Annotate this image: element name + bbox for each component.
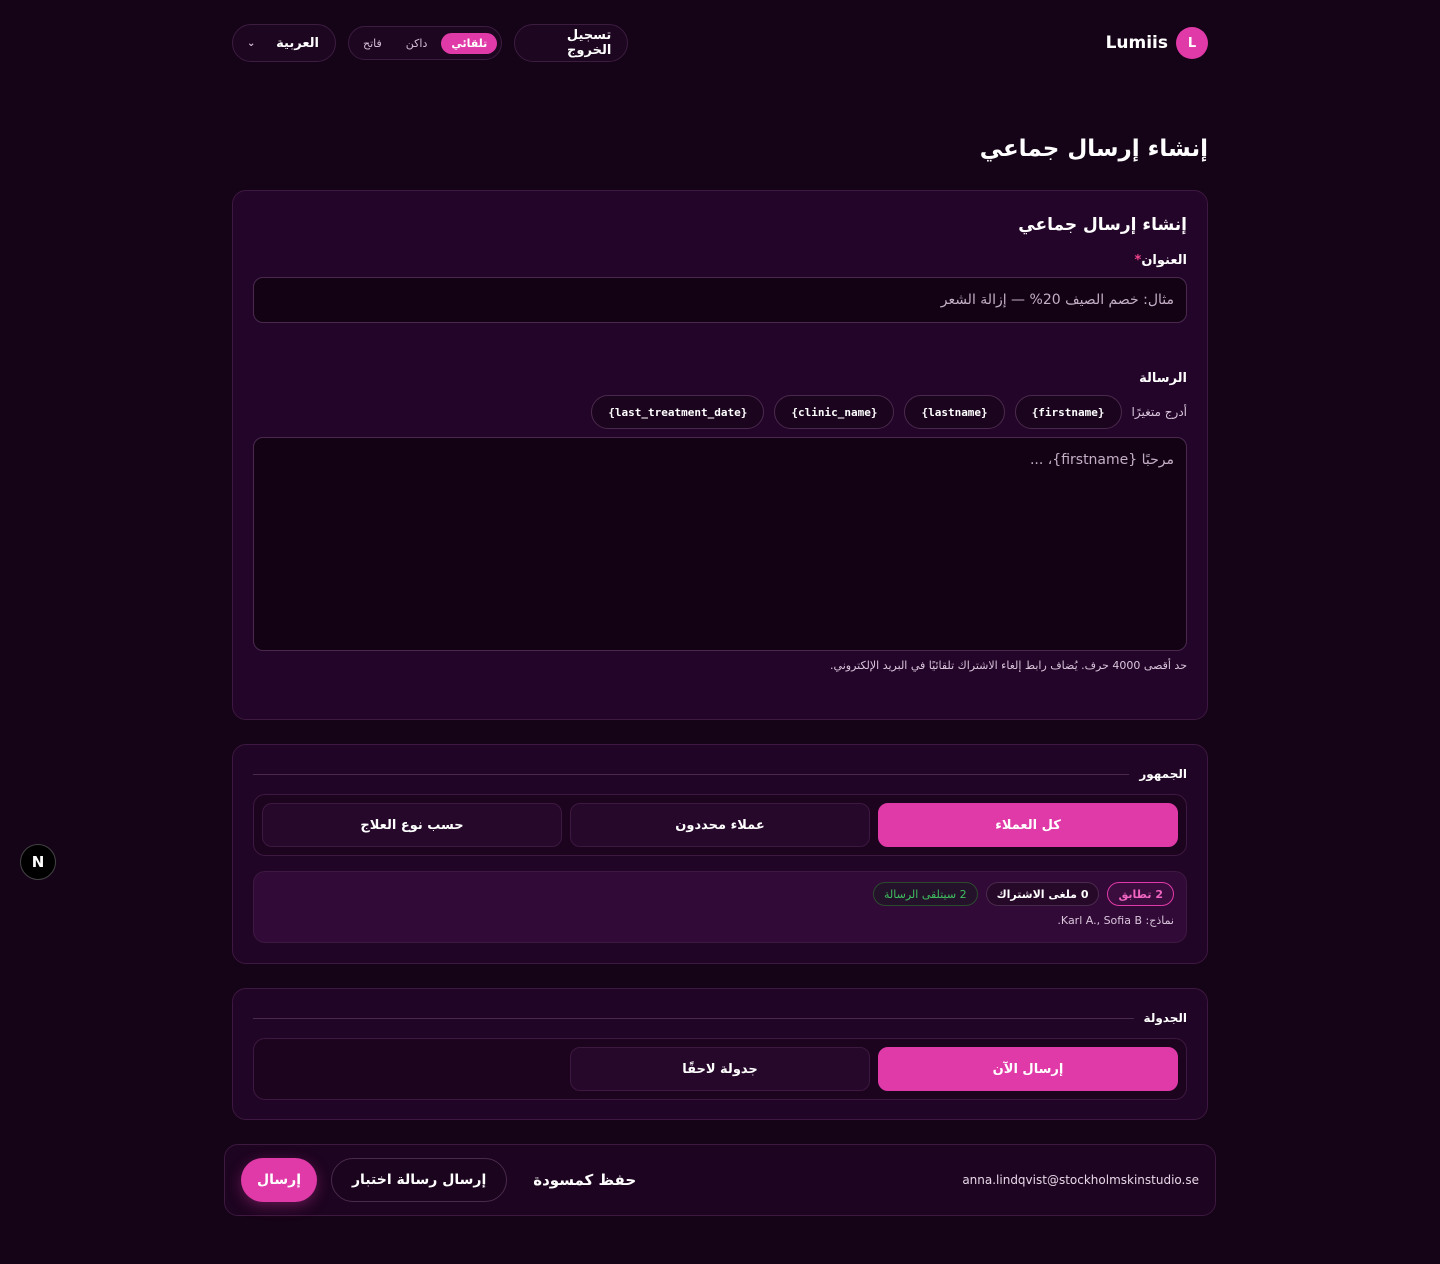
title-input[interactable] bbox=[254, 278, 1186, 322]
schedule-option-schedule-later[interactable]: جدولة لاحقًا bbox=[570, 1047, 870, 1091]
schedule-option-send-now[interactable]: إرسال الآن bbox=[878, 1047, 1178, 1091]
message-textarea[interactable] bbox=[254, 438, 1186, 650]
audience-option-all[interactable]: كل العملاء bbox=[878, 803, 1178, 847]
schedule-title: الجدولة bbox=[1143, 1011, 1187, 1025]
message-field bbox=[253, 437, 1187, 651]
variable-chips: أدرج متغيرًا {firstname} {lastname} {cli… bbox=[591, 395, 1187, 429]
top-bar: L Lumiis العربية ⌄ تلقائي داكن فاتح تسجي… bbox=[232, 24, 1208, 62]
chevron-down-icon: ⌄ bbox=[247, 37, 256, 49]
matches-badge: 2 تطابق bbox=[1107, 882, 1174, 906]
unsubscribed-badge: 0 ملغى الاشتراك bbox=[985, 882, 1100, 906]
compose-card: إنشاء إرسال جماعي العنوان* الرسالة أدرج … bbox=[232, 190, 1208, 720]
audience-option-selected[interactable]: عملاء محددون bbox=[570, 803, 870, 847]
brand-name: Lumiis bbox=[1105, 33, 1168, 53]
logout-button[interactable]: تسجيل الخروج bbox=[514, 24, 629, 62]
brand[interactable]: L Lumiis bbox=[1106, 27, 1208, 59]
theme-option-auto[interactable]: تلقائي bbox=[441, 32, 498, 54]
action-bar: anna.lindqvist@stockholmskinstudio.se إر… bbox=[224, 1144, 1216, 1216]
audience-option-by-treatment[interactable]: حسب نوع العلاج bbox=[262, 803, 562, 847]
language-select[interactable]: العربية ⌄ bbox=[232, 24, 336, 62]
audience-card: الجمهور كل العملاء عملاء محددون حسب نوع … bbox=[232, 744, 1208, 964]
title-field bbox=[253, 277, 1187, 323]
send-test-button[interactable]: إرسال رسالة اختبار bbox=[331, 1158, 508, 1202]
theme-switcher: تلقائي داكن فاتح bbox=[348, 26, 503, 60]
save-draft-button[interactable]: حفظ كمسودة bbox=[521, 1158, 648, 1202]
compose-card-title: إنشاء إرسال جماعي bbox=[1018, 215, 1187, 235]
language-label: العربية bbox=[276, 35, 319, 51]
audience-summary: 2 تطابق 0 ملغى الاشتراك 2 سيتلقى الرسالة… bbox=[253, 871, 1187, 943]
recipients-badge: 2 سيتلقى الرسالة bbox=[873, 882, 978, 906]
audience-header: الجمهور bbox=[253, 767, 1187, 781]
message-hint: حد أقصى 4000 حرف. يُضاف رابط إلغاء الاشت… bbox=[830, 659, 1187, 672]
schedule-header: الجدولة bbox=[253, 1011, 1187, 1025]
action-buttons: إرسال إرسال رسالة اختبار حفظ كمسودة bbox=[241, 1158, 648, 1202]
variable-chip-firstname[interactable]: {firstname} bbox=[1014, 395, 1122, 429]
page-title: إنشاء إرسال جماعي bbox=[979, 136, 1208, 162]
theme-option-dark[interactable]: داكن bbox=[396, 33, 438, 54]
title-label-text: العنوان bbox=[1141, 253, 1187, 268]
divider bbox=[253, 1017, 1134, 1019]
header-controls: العربية ⌄ تلقائي داكن فاتح تسجيل الخروج bbox=[232, 24, 629, 62]
dev-tools-badge[interactable]: N bbox=[20, 844, 56, 880]
schedule-segmented-control: إرسال الآن جدولة لاحقًا bbox=[253, 1038, 1187, 1100]
variable-chip-clinic-name[interactable]: {clinic_name} bbox=[774, 395, 895, 429]
variable-chip-last-treatment-date[interactable]: {last_treatment_date} bbox=[591, 395, 765, 429]
audience-segmented-control: كل العملاء عملاء محددون حسب نوع العلاج bbox=[253, 794, 1187, 856]
sample-recipients: نماذج: Karl A., Sofia B. bbox=[1057, 914, 1174, 927]
sender-email: anna.lindqvist@stockholmskinstudio.se bbox=[962, 1173, 1199, 1187]
title-label: العنوان* bbox=[1131, 253, 1188, 268]
audience-badges: 2 تطابق 0 ملغى الاشتراك 2 سيتلقى الرسالة bbox=[266, 882, 1174, 906]
divider bbox=[253, 773, 1130, 775]
schedule-card: الجدولة إرسال الآن جدولة لاحقًا bbox=[232, 988, 1208, 1120]
variable-chip-lastname[interactable]: {lastname} bbox=[904, 395, 1005, 429]
brand-avatar: L bbox=[1176, 27, 1208, 59]
send-button[interactable]: إرسال bbox=[241, 1158, 317, 1202]
audience-title: الجمهور bbox=[1139, 767, 1187, 781]
theme-option-light[interactable]: فاتح bbox=[353, 33, 392, 54]
insert-variable-label: أدرج متغيرًا bbox=[1131, 405, 1187, 419]
message-label: الرسالة bbox=[1139, 371, 1187, 386]
